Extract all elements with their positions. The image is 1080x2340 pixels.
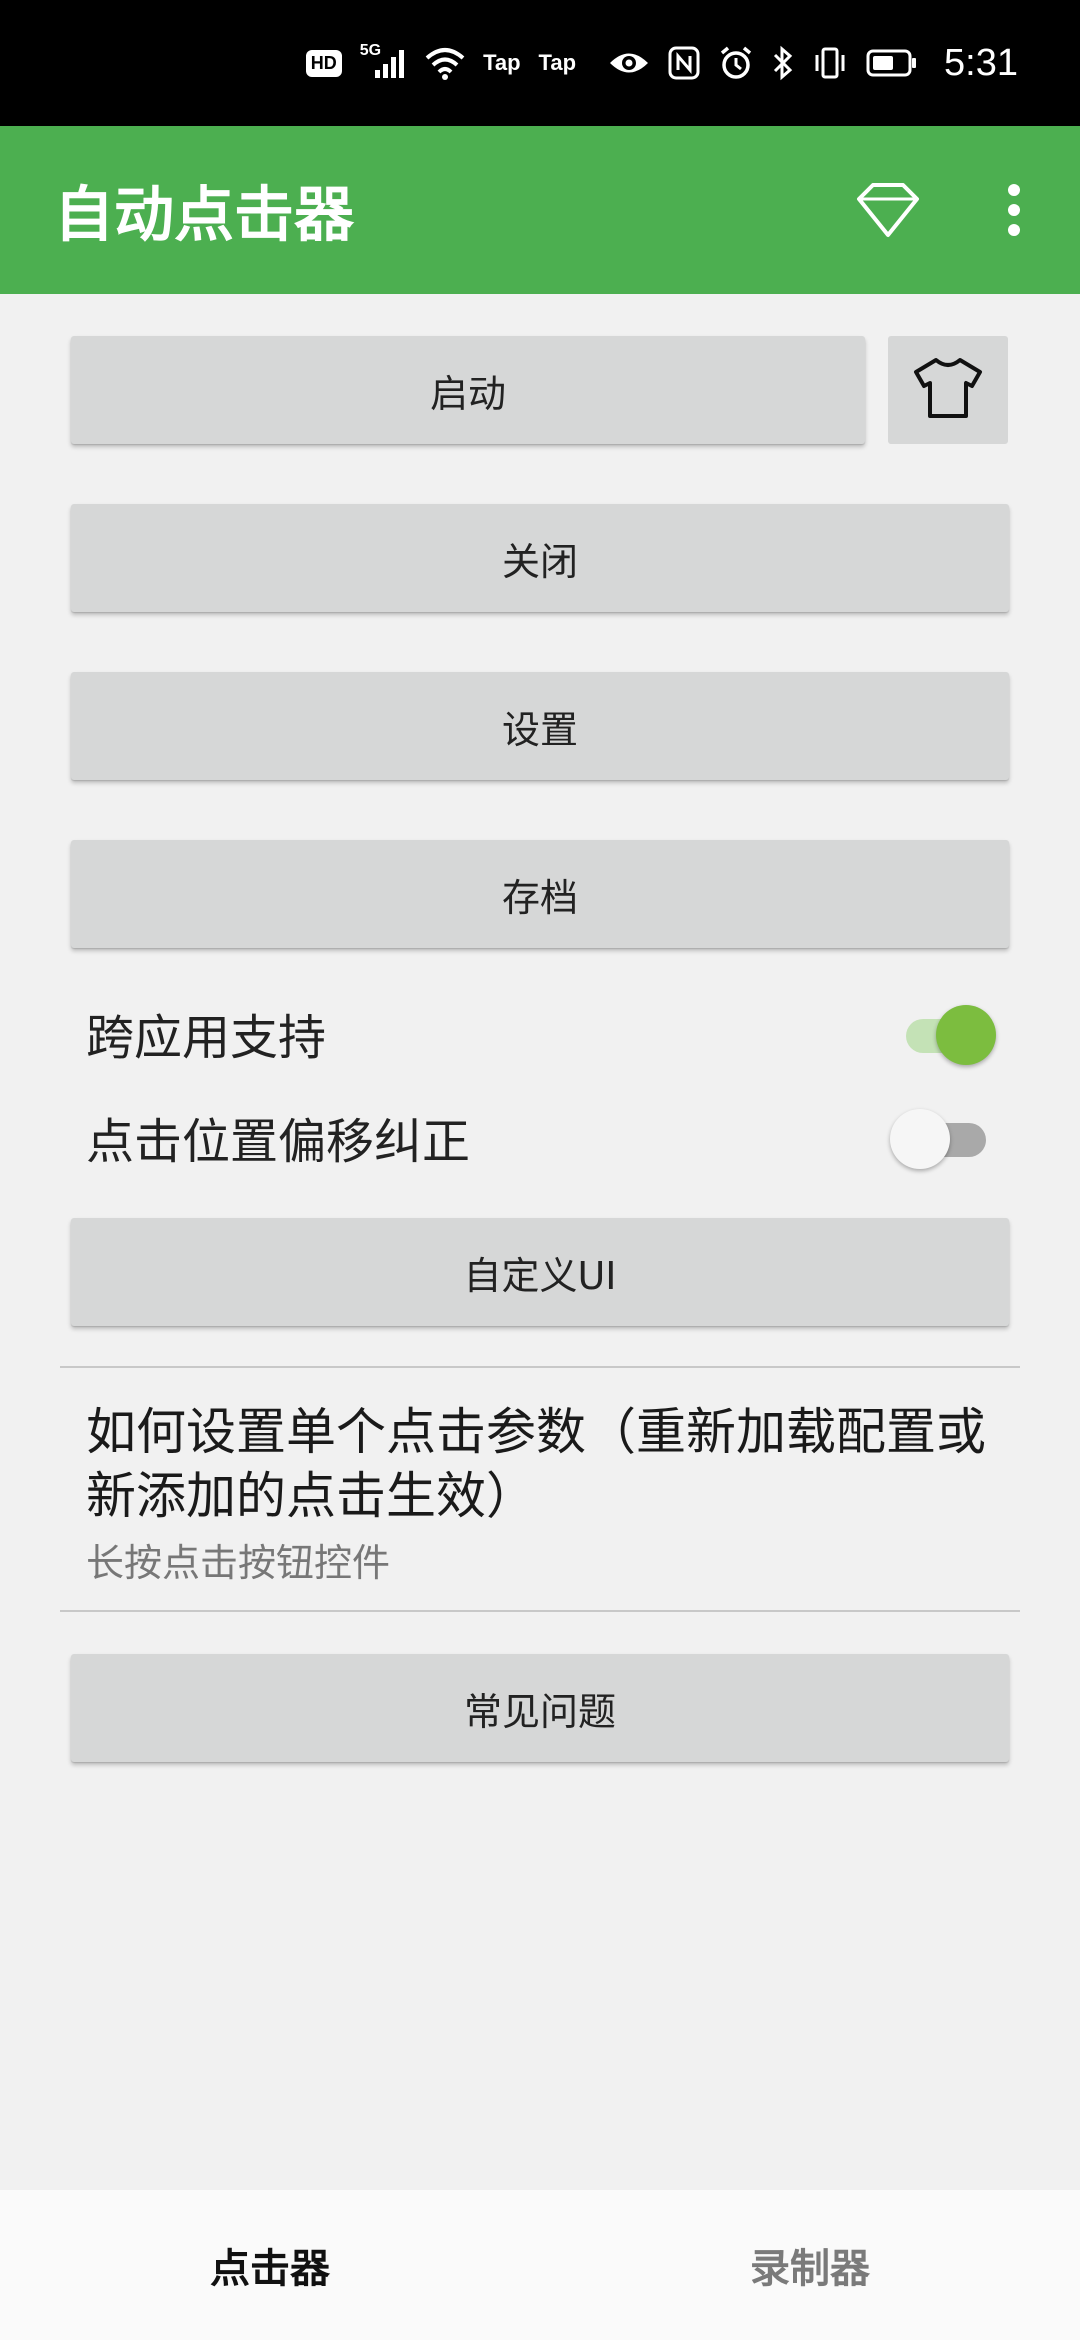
nfc-icon [668, 41, 700, 85]
status-bar: HD 5G Tap Tap 5:31 [0, 0, 1080, 126]
signal-icon: 5G [360, 41, 407, 85]
app-title: 自动点击器 [54, 180, 354, 251]
eye-icon [608, 41, 650, 85]
hd-icon: HD [305, 49, 342, 77]
alarm-icon [718, 41, 754, 85]
help-title: 如何设置单个点击参数（重新加载配置或新添加的点击生效） [86, 1403, 986, 1525]
bottom-nav: 点击器 录制器 [0, 2190, 1080, 2340]
start-button[interactable]: 启动 [71, 336, 865, 444]
diamond-icon[interactable] [852, 174, 924, 246]
battery-icon [866, 41, 918, 85]
faq-button[interactable]: 常见问题 [71, 1654, 1009, 1762]
switch-thumb [890, 1109, 950, 1169]
close-button[interactable]: 关闭 [71, 504, 1009, 612]
tap-indicator-1: Tap [483, 50, 521, 75]
clock-time: 5:31 [944, 41, 1018, 84]
tshirt-icon [912, 356, 984, 424]
more-vert-icon[interactable] [994, 174, 1034, 246]
archive-button[interactable]: 存档 [71, 840, 1009, 948]
cross-app-support-switch[interactable] [896, 1003, 996, 1065]
custom-ui-button[interactable]: 自定义UI [71, 1218, 1009, 1326]
help-subtitle: 长按点击按钮控件 [86, 1541, 391, 1585]
vibrate-icon [812, 41, 848, 85]
offset-correction-label: 点击位置偏移纠正 [86, 1114, 471, 1170]
tap-indicator-2: Tap [538, 50, 577, 75]
status-icons: HD 5G Tap Tap 5:31 [305, 41, 1018, 85]
divider [60, 1366, 1020, 1368]
bluetooth-icon [772, 41, 794, 85]
tab-clicker[interactable]: 点击器 [0, 2190, 540, 2340]
wifi-icon [425, 41, 465, 85]
app-bar: 自动点击器 [0, 126, 1080, 294]
offset-correction-row: 点击位置偏移纠正 [86, 1094, 996, 1180]
settings-button[interactable]: 设置 [71, 672, 1009, 780]
cross-app-support-row: 跨应用支持 [86, 990, 996, 1076]
offset-correction-switch[interactable] [890, 1107, 996, 1169]
cross-app-support-label: 跨应用支持 [86, 1010, 327, 1066]
switch-thumb [936, 1005, 996, 1065]
divider [60, 1610, 1020, 1612]
network-type-label: 5G [359, 42, 382, 59]
theme-button[interactable] [888, 336, 1008, 444]
tab-recorder[interactable]: 录制器 [540, 2190, 1080, 2340]
